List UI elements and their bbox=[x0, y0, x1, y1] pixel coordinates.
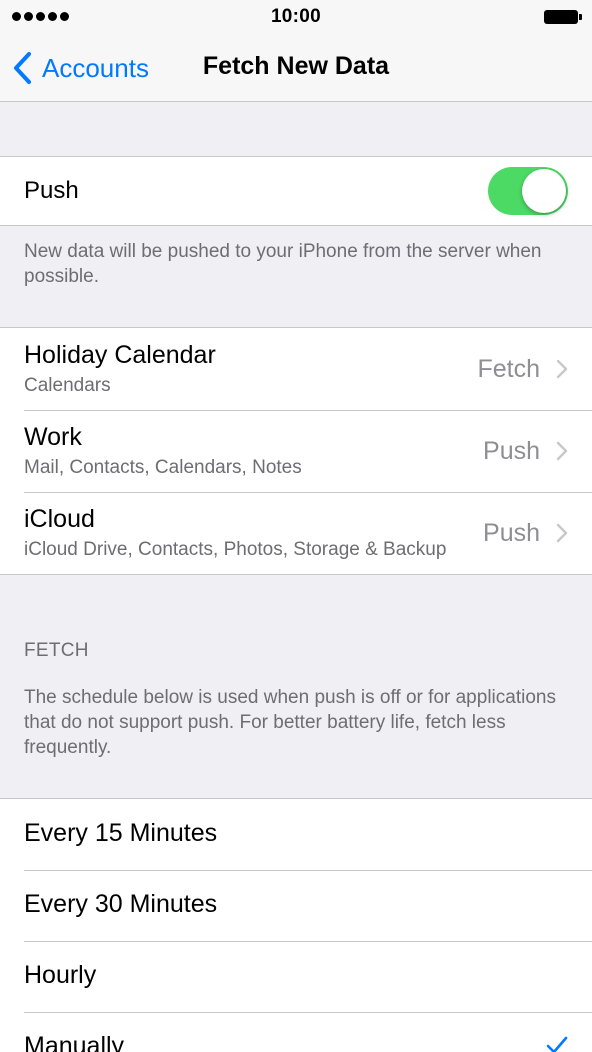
accounts-group: Holiday Calendar Calendars Fetch Work Ma… bbox=[0, 327, 592, 575]
fetch-option-hourly[interactable]: Hourly bbox=[0, 941, 592, 1012]
checkmark-icon bbox=[546, 1036, 568, 1052]
status-bar: 10:00 bbox=[0, 0, 592, 34]
push-row: Push bbox=[0, 157, 592, 225]
account-row-icloud[interactable]: iCloud iCloud Drive, Contacts, Photos, S… bbox=[0, 492, 592, 574]
fetch-option-manually[interactable]: Manually bbox=[0, 1012, 592, 1052]
account-subtitle: Calendars bbox=[24, 375, 111, 396]
option-label: Every 30 Minutes bbox=[24, 890, 218, 918]
fetch-option-every-30-minutes[interactable]: Every 30 Minutes bbox=[0, 870, 592, 941]
account-fetch-mode: Fetch bbox=[477, 355, 540, 383]
account-subtitle: iCloud Drive, Contacts, Photos, Storage … bbox=[24, 539, 447, 560]
option-label: Manually bbox=[24, 1032, 125, 1052]
chevron-right-icon bbox=[556, 441, 568, 461]
fetch-options-group: Every 15 Minutes Every 30 Minutes Hourly… bbox=[0, 798, 592, 1052]
push-footer-text: New data will be pushed to your iPhone f… bbox=[24, 241, 542, 287]
push-group: Push bbox=[0, 156, 592, 226]
account-row-work[interactable]: Work Mail, Contacts, Calendars, Notes Pu… bbox=[0, 410, 592, 492]
account-title: Holiday Calendar bbox=[24, 341, 216, 369]
account-fetch-mode: Push bbox=[483, 519, 540, 547]
status-time: 10:00 bbox=[270, 6, 322, 27]
fetch-description: The schedule below is used when push is … bbox=[24, 687, 556, 758]
push-label: Push bbox=[24, 177, 79, 204]
option-label: Every 15 Minutes bbox=[24, 819, 218, 847]
account-row-holiday-calendar[interactable]: Holiday Calendar Calendars Fetch bbox=[0, 328, 592, 410]
chevron-right-icon bbox=[556, 523, 568, 543]
account-title: Work bbox=[24, 423, 82, 451]
account-subtitle: Mail, Contacts, Calendars, Notes bbox=[24, 457, 302, 478]
push-toggle[interactable] bbox=[488, 167, 568, 215]
page-title: Fetch New Data bbox=[202, 52, 390, 80]
fetch-section-header: FETCH bbox=[24, 640, 89, 661]
navigation-bar: Accounts Fetch New Data bbox=[0, 34, 592, 102]
chevron-right-icon bbox=[556, 359, 568, 379]
account-title: iCloud bbox=[24, 505, 95, 533]
option-label: Hourly bbox=[24, 961, 97, 989]
account-fetch-mode: Push bbox=[483, 437, 540, 465]
toggle-knob bbox=[522, 169, 566, 213]
fetch-option-every-15-minutes[interactable]: Every 15 Minutes bbox=[0, 799, 592, 870]
battery-full-icon bbox=[544, 10, 582, 24]
